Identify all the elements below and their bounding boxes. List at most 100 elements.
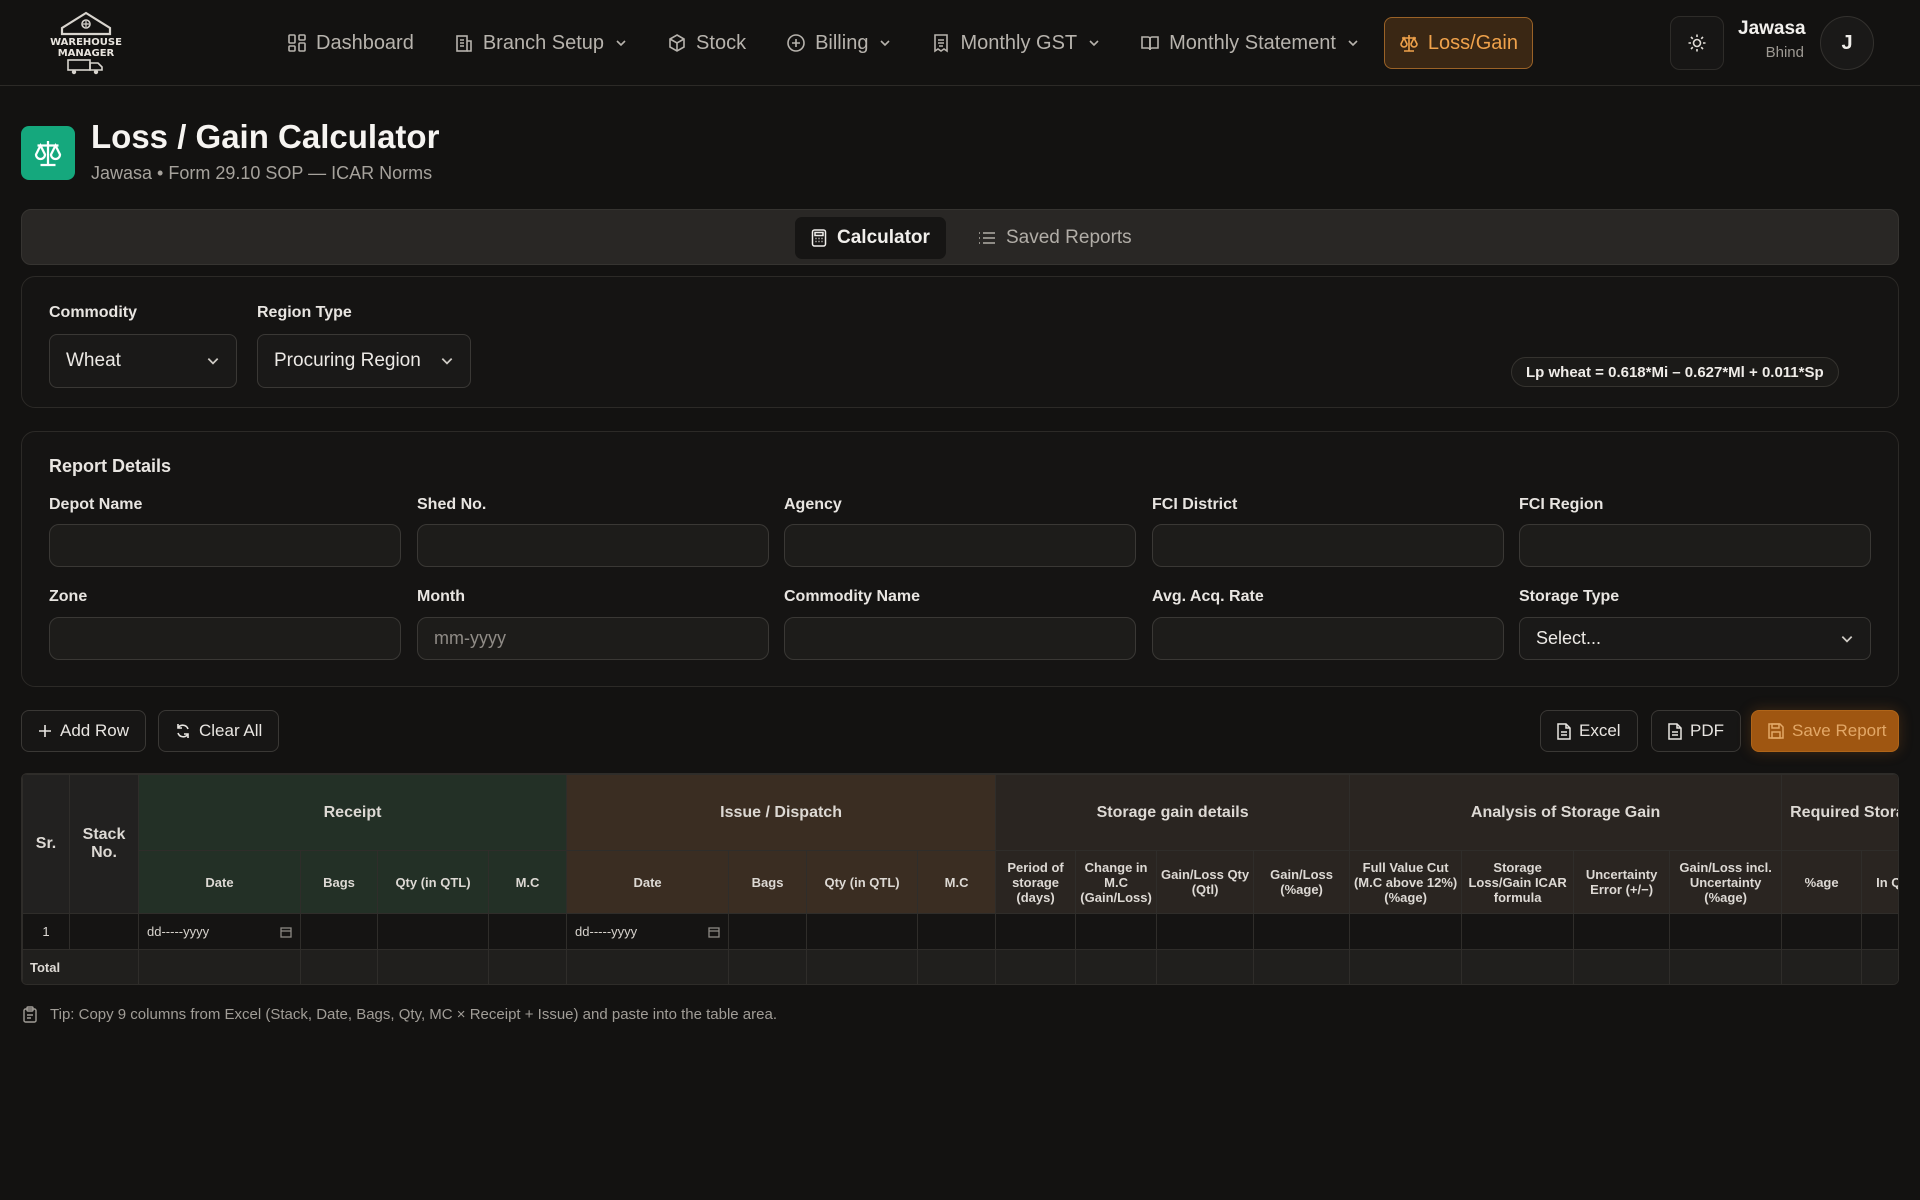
user-name: Jawasa [1738,18,1806,39]
save-report-button[interactable]: Save Report [1751,710,1899,752]
shed-no-input[interactable] [417,524,769,567]
month-label: Month [417,588,465,605]
gain-loss-uncertainty-cell [1669,913,1783,950]
total-cell [995,949,1077,984]
avg-acq-rate-label: Avg. Acq. Rate [1152,588,1264,605]
receipt-qty-header: Qty (in QTL) [377,850,489,914]
total-cell [1075,949,1158,984]
total-row: Total [22,949,1898,984]
file-icon [1557,722,1571,740]
receipt-qty-cell[interactable] [377,913,489,950]
chevron-down-icon [615,37,627,49]
issue-date-placeholder: dd-----yyyy [575,924,638,939]
zone-input[interactable] [49,617,401,660]
report-details-panel: Report Details Depot Name Shed No. Agenc… [21,431,1899,687]
nav-monthly-statement[interactable]: Monthly Statement [1125,17,1374,69]
fci-region-input[interactable] [1519,524,1871,567]
chevron-down-icon [1088,37,1100,49]
receipt-mc-cell[interactable] [487,913,568,950]
region-type-select[interactable]: Procuring Region [257,334,471,388]
box-icon [667,33,687,53]
receipt-date-header: Date [138,850,301,914]
excel-export-button[interactable]: Excel [1540,710,1638,752]
fci-district-input[interactable] [1152,524,1504,567]
clear-all-button[interactable]: Clear All [158,710,280,752]
calendar-icon[interactable] [280,926,292,938]
nav-stock-label: Stock [696,31,747,54]
pdf-label: PDF [1690,721,1724,740]
total-label: Total [22,949,139,984]
nav-stock[interactable]: Stock [652,17,761,69]
issue-qty-cell[interactable] [806,913,919,950]
loss-gain-table-container[interactable]: Sr. Stack No. Receipt Issue / Dispatch S… [21,773,1899,985]
commodity-name-label: Commodity Name [784,588,921,605]
receipt-date-placeholder: dd-----yyyy [147,924,210,939]
storage-type-label: Storage Type [1519,588,1620,605]
issue-mc-cell[interactable] [917,913,997,950]
page-title: Loss / Gain Calculator [91,118,440,155]
svg-text:MANAGER: MANAGER [58,48,115,59]
agency-input[interactable] [784,524,1136,567]
pdf-export-button[interactable]: PDF [1651,710,1741,752]
depot-name-input[interactable] [49,524,401,567]
total-cell [1253,949,1351,984]
agency-label: Agency [784,496,842,513]
total-cell [138,949,301,984]
nav-branch-setup[interactable]: Branch Setup [439,17,642,69]
top-navbar: WAREHOUSE MANAGER Dashboard Branch Setup… [0,0,1920,86]
nav-billing[interactable]: Billing [771,17,906,69]
scale-icon [1399,33,1419,53]
receipt-bags-cell[interactable] [300,913,378,950]
user-location: Bhind [1765,44,1804,61]
issue-date-cell[interactable]: dd-----yyyy [566,913,730,950]
total-cell [1573,949,1671,984]
clipboard-icon [22,1006,38,1023]
nav-loss-gain-label: Loss/Gain [1427,31,1518,54]
storage-type-select[interactable]: Select... [1519,617,1871,660]
loss-gain-table: Sr. Stack No. Receipt Issue / Dispatch S… [22,774,1898,984]
sr-header: Sr. [22,774,70,914]
stack-no-cell[interactable] [69,913,139,950]
tab-saved-reports-label: Saved Reports [1006,227,1132,248]
month-input[interactable]: mm-yyyy [417,617,769,660]
total-cell [1669,949,1783,984]
theme-toggle-button[interactable] [1670,16,1724,70]
chevron-down-icon [1347,37,1359,49]
issue-qty-header: Qty (in QTL) [806,850,919,914]
commodity-name-input[interactable] [784,617,1136,660]
total-cell [487,949,568,984]
avg-acq-rate-input[interactable] [1152,617,1504,660]
receipt-date-cell[interactable]: dd-----yyyy [138,913,301,950]
total-cell [1781,949,1863,984]
tab-saved-reports[interactable]: Saved Reports [962,217,1148,259]
gain-loss-uncertainty-header: Gain/Loss incl. Uncertainty (%age) [1669,850,1783,914]
nav-monthly-gst[interactable]: Monthly GST [916,17,1115,69]
tab-calculator[interactable]: Calculator [795,217,946,259]
calendar-icon[interactable] [708,926,720,938]
add-row-button[interactable]: Add Row [21,710,146,752]
chevron-down-icon [879,37,891,49]
add-row-label: Add Row [60,721,129,740]
nav-monthly-statement-label: Monthly Statement [1169,31,1336,54]
full-value-cut-header: Full Value Cut (M.C above 12%) (%age) [1349,850,1463,914]
calculator-icon [811,229,827,247]
total-cell [1461,949,1575,984]
warehouse-manager-logo[interactable]: WAREHOUSE MANAGER [44,10,128,76]
commodity-select[interactable]: Wheat [49,334,237,388]
analysis-group-header: Analysis of Storage Gain [1349,774,1783,851]
nav-loss-gain[interactable]: Loss/Gain [1383,17,1533,69]
change-mc-cell [1075,913,1158,950]
issue-bags-header: Bags [728,850,808,914]
report-details-heading: Report Details [49,456,172,476]
formula-badge: Lp wheat = 0.618*Mi – 0.627*Ml + 0.011*S… [1511,357,1839,387]
nav-dashboard[interactable]: Dashboard [272,17,429,69]
avatar[interactable]: J [1820,16,1874,70]
user-info: Jawasa Bhind [1738,18,1806,61]
icar-formula-header: Storage Loss/Gain ICAR formula [1461,850,1575,914]
clear-all-label: Clear All [199,721,263,740]
receipt-icon [931,33,951,53]
issue-bags-cell[interactable] [728,913,808,950]
page-subtitle: Jawasa • Form 29.10 SOP — ICAR Norms [91,163,433,183]
receipt-mc-header: M.C [487,850,568,914]
book-icon [1140,33,1160,53]
